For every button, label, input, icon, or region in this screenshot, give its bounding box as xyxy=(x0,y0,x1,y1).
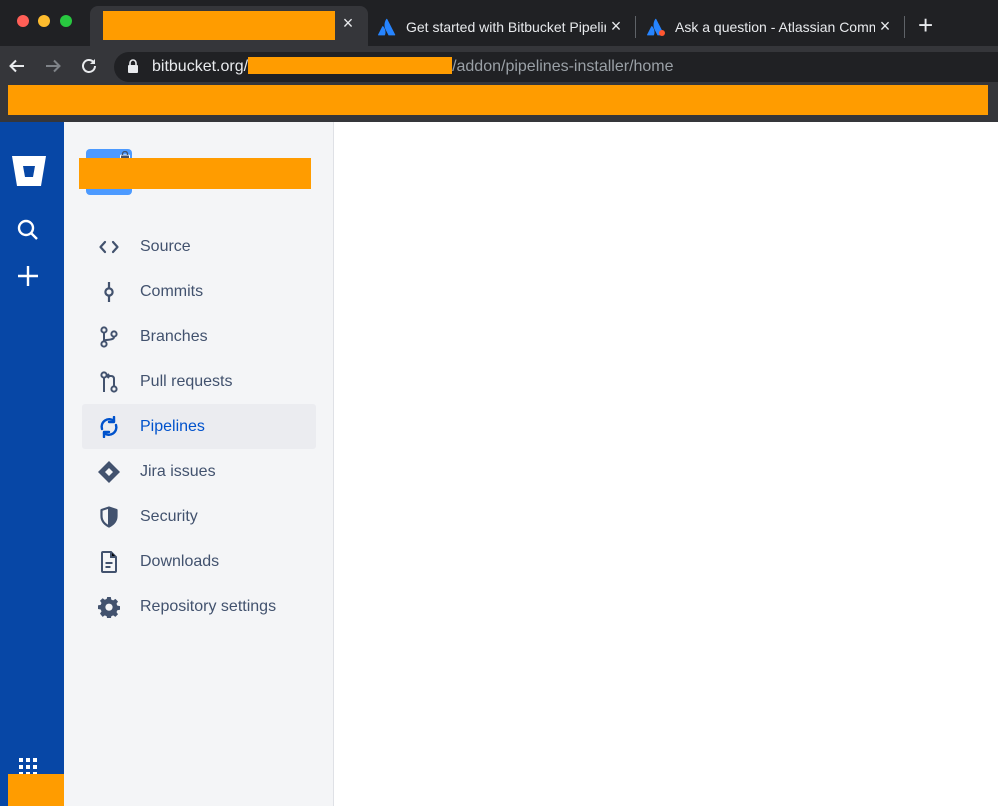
tab-close-button[interactable]: × xyxy=(338,13,358,34)
redacted-bookmarks xyxy=(8,85,988,115)
commit-icon xyxy=(82,281,136,303)
atlassian-logo-icon xyxy=(378,18,400,36)
arrow-left-icon xyxy=(9,59,24,73)
sidebar-item-label: Repository settings xyxy=(140,598,277,615)
main-content xyxy=(334,122,998,806)
tab-title: Get started with Bitbucket Pipelines xyxy=(406,18,606,35)
sidebar-item-label: Commits xyxy=(140,283,204,300)
sidebar-item-repository-settings[interactable]: Repository settings xyxy=(82,587,316,627)
bitbucket-logo-icon[interactable] xyxy=(11,154,47,193)
jira-icon xyxy=(82,460,136,484)
tab-bitbucket-pipelines[interactable]: Get started with Bitbucket Pipelines × xyxy=(378,7,628,46)
sidebar-item-label: Pull requests xyxy=(140,373,233,390)
sidebar-item-pipelines[interactable]: Pipelines xyxy=(82,404,316,449)
redacted-url-segment xyxy=(248,57,453,74)
create-plus-icon[interactable] xyxy=(17,265,39,292)
sidebar-item-label: Pipelines xyxy=(140,417,205,435)
sidebar-item-commits[interactable]: Commits xyxy=(82,272,316,312)
sidebar-item-label: Jira issues xyxy=(140,463,216,480)
sidebar-item-branches[interactable]: Branches xyxy=(82,317,316,357)
sidebar-item-label: Security xyxy=(140,508,198,525)
shield-icon xyxy=(82,506,136,528)
tab-close-button[interactable]: × xyxy=(606,16,626,37)
url-host: bitbucket.org/ xyxy=(152,58,249,75)
repository-name[interactable] xyxy=(79,158,311,189)
sidebar-item-jira-issues[interactable]: Jira issues xyxy=(82,452,316,492)
pull-request-icon xyxy=(82,371,136,393)
search-icon[interactable] xyxy=(17,219,39,246)
sidebar-item-label: Branches xyxy=(140,328,208,345)
branch-icon xyxy=(82,326,136,348)
sidebar-item-label: Downloads xyxy=(140,553,220,570)
arrow-right-icon xyxy=(46,59,61,73)
sidebar-item-pull-requests[interactable]: Pull requests xyxy=(82,362,316,402)
reload-button[interactable] xyxy=(77,54,101,78)
redacted-tab-title xyxy=(103,11,335,40)
forward-button[interactable] xyxy=(41,54,65,78)
pipelines-icon xyxy=(82,415,136,438)
minimize-window-button[interactable] xyxy=(38,15,50,27)
sidebar-item-label: Source xyxy=(140,238,191,255)
maximize-window-button[interactable] xyxy=(60,15,72,27)
back-button[interactable] xyxy=(5,54,29,78)
new-tab-button[interactable]: + xyxy=(918,10,933,40)
tab-title: Ask a question - Atlassian Community xyxy=(675,18,875,35)
reload-icon xyxy=(82,59,96,73)
atlassian-community-icon xyxy=(647,18,669,36)
gear-icon xyxy=(82,596,136,618)
tab-close-button[interactable]: × xyxy=(875,16,895,37)
tab-atlassian-community[interactable]: Ask a question - Atlassian Community × xyxy=(647,7,897,46)
tab-separator xyxy=(635,16,636,38)
sidebar-item-source[interactable]: Source xyxy=(82,227,316,267)
sidebar-item-security[interactable]: Security xyxy=(82,497,316,537)
url-text[interactable]: bitbucket.org/ /addon/pipelines-installer… xyxy=(152,57,674,76)
code-icon xyxy=(82,239,136,255)
close-window-button[interactable] xyxy=(17,15,29,27)
lock-icon xyxy=(127,59,139,78)
tab-separator xyxy=(904,16,905,38)
url-path: /addon/pipelines-installer/home xyxy=(452,58,674,75)
sidebar-item-downloads[interactable]: Downloads xyxy=(82,542,316,582)
tab-active[interactable]: × xyxy=(90,6,368,46)
document-icon xyxy=(82,551,136,573)
